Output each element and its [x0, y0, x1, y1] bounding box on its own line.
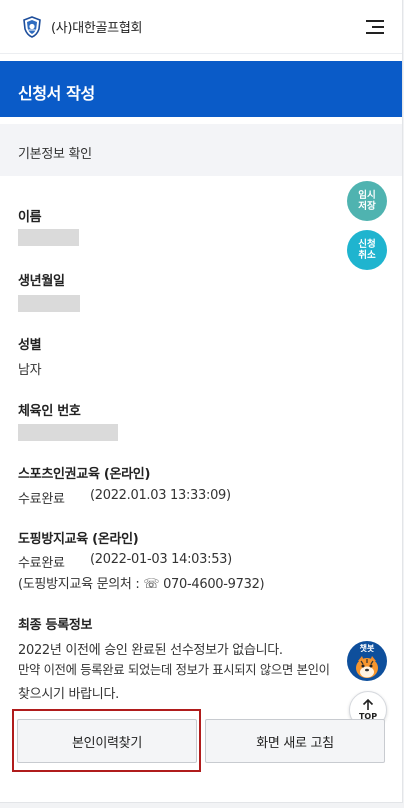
name-label: 이름 — [18, 210, 42, 225]
page-banner: 신청서 작성 — [0, 61, 402, 117]
sports-ethics-status: 수료완료 — [18, 492, 65, 507]
hamburger-menu-icon[interactable] — [366, 20, 384, 34]
temp-save-line1: 임시 — [358, 190, 376, 201]
final-registration-line2: 만약 이전에 등록완료 되었는데 정보가 표시되지 않으면 본인이 — [18, 663, 330, 677]
cancel-application-line2: 취소 — [358, 250, 376, 261]
section-header: 기본정보 확인 — [0, 124, 402, 176]
sports-id-value-redacted — [18, 424, 118, 441]
doping-label: 도핑방지교육 (온라인) — [18, 532, 139, 547]
final-registration-label: 최종 등록정보 — [18, 618, 93, 633]
birth-value-redacted — [18, 295, 80, 312]
org-name: (사)대한골프협회 — [51, 21, 143, 36]
cancel-application-line1: 신청 — [358, 239, 376, 250]
doping-date: (2022-01-03 14:03:53) — [90, 552, 232, 567]
temp-save-line2: 저장 — [358, 201, 376, 212]
page-title: 신청서 작성 — [18, 84, 95, 103]
birth-label: 생년월일 — [18, 274, 65, 289]
sports-ethics-date: (2022.01.03 13:33:09) — [90, 488, 231, 503]
page: (사)대한골프협회 신청서 작성 기본정보 확인 이름 생년월일 성별 남자 체… — [0, 0, 403, 803]
gender-value: 남자 — [18, 363, 42, 378]
sports-id-label: 체육인 번호 — [18, 404, 81, 419]
temp-save-button[interactable]: 임시 저장 — [347, 181, 387, 221]
tiger-mascot-icon — [356, 656, 378, 678]
refresh-screen-button[interactable]: 화면 새로 고침 — [205, 719, 385, 763]
doping-status: 수료완료 — [18, 556, 65, 571]
cancel-application-button[interactable]: 신청 취소 — [347, 230, 387, 270]
arrow-up-icon — [362, 698, 374, 710]
final-registration-line1: 2022년 이전에 승인 완료된 선수정보가 없습니다. — [18, 643, 283, 658]
name-value-redacted — [18, 229, 79, 246]
kga-shield-logo-icon[interactable] — [22, 16, 42, 38]
final-registration-line3: 찾으시기 바랍니다. — [18, 687, 119, 702]
section-title: 기본정보 확인 — [18, 147, 92, 162]
gender-label: 성별 — [18, 338, 42, 353]
doping-contact: (도핑방지교육 문의처 : ☏ 070-4600-9732) — [18, 577, 265, 592]
find-history-button[interactable]: 본인이력찾기 — [17, 719, 197, 763]
sports-ethics-label: 스포츠인권교육 (온라인) — [18, 467, 151, 482]
chatbot-button[interactable]: 챗봇 — [347, 641, 387, 681]
top-header: (사)대한골프협회 — [0, 0, 402, 54]
